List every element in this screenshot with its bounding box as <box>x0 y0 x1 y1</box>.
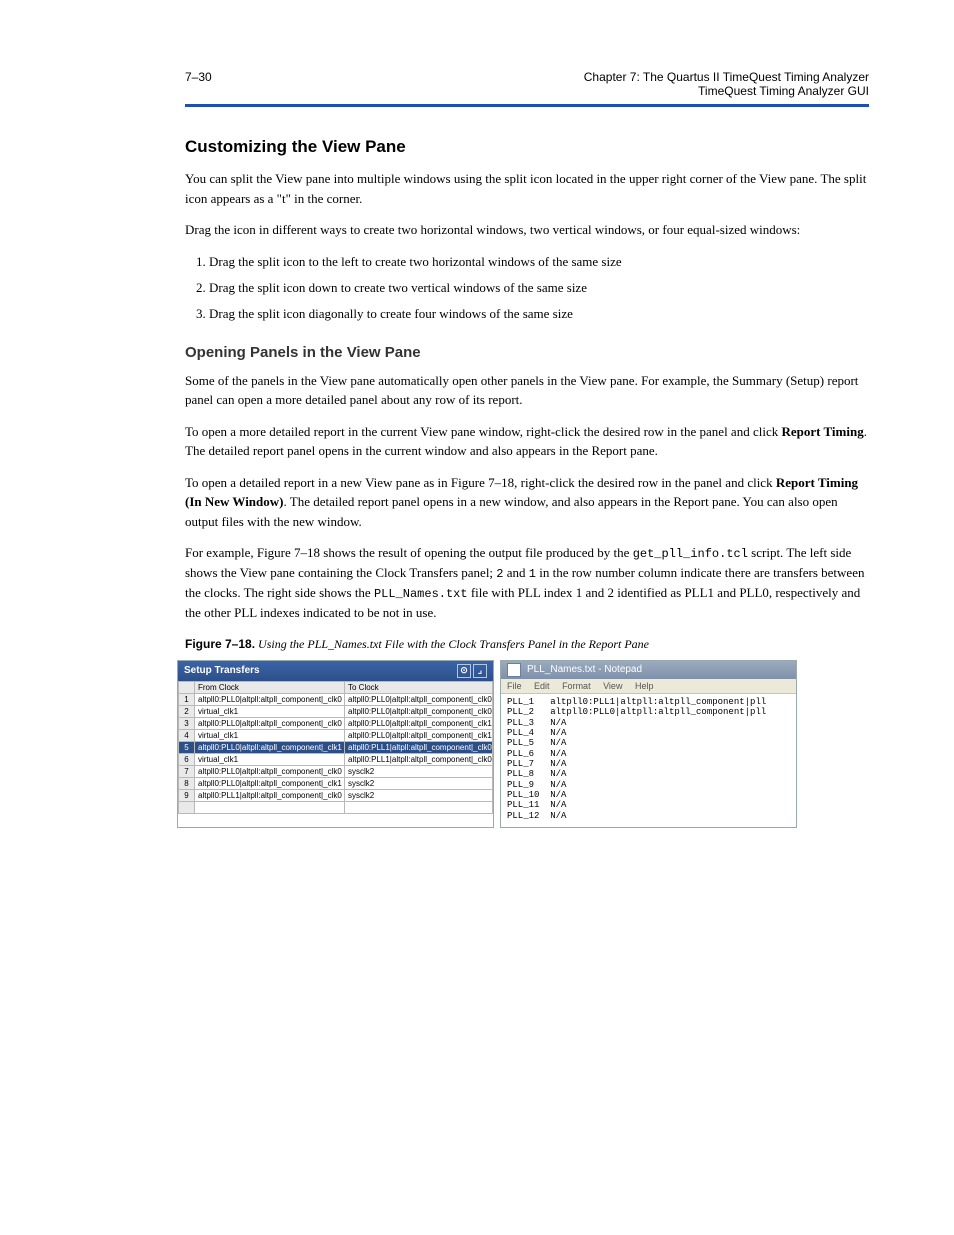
row-number: 7 <box>179 765 195 777</box>
notepad-menubar: File Edit Format View Help <box>501 679 796 694</box>
row-number: 1 <box>179 693 195 705</box>
text: and <box>504 565 529 580</box>
col-to[interactable]: To Clock <box>345 681 493 693</box>
to-clock-cell: altpll0:PLL0|altpll:altpll_component|_cl… <box>345 693 493 705</box>
text: To open a detailed report in a new View … <box>185 475 776 490</box>
menu-file[interactable]: File <box>507 681 522 691</box>
from-clock-cell: altpll0:PLL0|altpll:altpll_component|_cl… <box>195 765 345 777</box>
para: To open a detailed report in a new View … <box>185 473 869 532</box>
to-clock-cell: altpll0:PLL1|altpll:altpll_component|_cl… <box>345 753 493 765</box>
from-clock-cell <box>195 801 345 813</box>
list-item: Drag the split icon down to create two v… <box>209 278 869 298</box>
col-rownum[interactable] <box>179 681 195 693</box>
target-icon[interactable]: ⊙ <box>457 664 471 678</box>
table-row[interactable]: 5altpll0:PLL0|altpll:altpll_component|_c… <box>179 741 493 753</box>
table-row[interactable]: 3altpll0:PLL0|altpll:altpll_component|_c… <box>179 717 493 729</box>
from-clock-cell: altpll0:PLL0|altpll:altpll_component|_cl… <box>195 777 345 789</box>
to-clock-cell <box>345 801 493 813</box>
list-item: Drag the split icon to the left to creat… <box>209 252 869 272</box>
menu-help[interactable]: Help <box>635 681 654 691</box>
row-number: 8 <box>179 777 195 789</box>
notepad-body[interactable]: PLL_1 altpll0:PLL1|altpll:altpll_compone… <box>501 694 796 827</box>
from-clock-cell: altpll0:PLL1|altpll:altpll_component|_cl… <box>195 789 345 801</box>
code: 1 <box>529 567 536 581</box>
ui-command: Report Timing <box>781 424 863 439</box>
split-icon[interactable]: ⌟ <box>473 664 487 678</box>
menu-edit[interactable]: Edit <box>534 681 550 691</box>
row-number: 4 <box>179 729 195 741</box>
table-row <box>179 801 493 813</box>
para: For example, Figure 7–18 shows the resul… <box>185 543 869 623</box>
table-row[interactable]: 6virtual_clk1altpll0:PLL1|altpll:altpll_… <box>179 753 493 765</box>
row-number: 2 <box>179 705 195 717</box>
to-clock-cell: sysclk2 <box>345 789 493 801</box>
filename: PLL_Names.txt <box>374 587 468 601</box>
figure: Setup Transfers ⊙⌟ From Clock To Clock 1… <box>177 660 857 828</box>
code: 2 <box>496 567 503 581</box>
menu-format[interactable]: Format <box>562 681 591 691</box>
row-number: 6 <box>179 753 195 765</box>
to-clock-cell: altpll0:PLL0|altpll:altpll_component|_cl… <box>345 729 493 741</box>
text: To open a more detailed report in the cu… <box>185 424 781 439</box>
text: . The detailed report panel opens in a n… <box>185 494 838 529</box>
para: You can split the View pane into multipl… <box>185 169 869 208</box>
table-row[interactable]: 1altpll0:PLL0|altpll:altpll_component|_c… <box>179 693 493 705</box>
to-clock-cell: altpll0:PLL0|altpll:altpll_component|_cl… <box>345 717 493 729</box>
from-clock-cell: virtual_clk1 <box>195 729 345 741</box>
para: Drag the icon in different ways to creat… <box>185 220 869 240</box>
para: Some of the panels in the View pane auto… <box>185 371 869 410</box>
row-number: 3 <box>179 717 195 729</box>
table-row[interactable]: 7altpll0:PLL0|altpll:altpll_component|_c… <box>179 765 493 777</box>
figure-desc: Using the PLL_Names.txt File with the Cl… <box>255 637 649 651</box>
transfers-table: From Clock To Clock 1altpll0:PLL0|altpll… <box>178 681 493 814</box>
from-clock-cell: altpll0:PLL0|altpll:altpll_component|_cl… <box>195 693 345 705</box>
panel-controls: ⊙⌟ <box>455 664 487 678</box>
table-row[interactable]: 4virtual_clk1altpll0:PLL0|altpll:altpll_… <box>179 729 493 741</box>
filename: get_pll_info.tcl <box>633 547 748 561</box>
notepad-title: PLL_Names.txt - Notepad <box>527 664 642 675</box>
section-title-customizing: Customizing the View Pane <box>185 137 869 157</box>
row-number: 9 <box>179 789 195 801</box>
row-number <box>179 801 195 813</box>
page-number: 7–30 <box>185 70 212 98</box>
panel-title: Setup Transfers <box>184 665 260 676</box>
from-clock-cell: virtual_clk1 <box>195 753 345 765</box>
para: To open a more detailed report in the cu… <box>185 422 869 461</box>
figure-label: Figure 7–18. <box>185 637 255 651</box>
from-clock-cell: altpll0:PLL0|altpll:altpll_component|_cl… <box>195 741 345 753</box>
to-clock-cell: altpll0:PLL0|altpll:altpll_component|_cl… <box>345 705 493 717</box>
menu-view[interactable]: View <box>603 681 622 691</box>
from-clock-cell: altpll0:PLL0|altpll:altpll_component|_cl… <box>195 717 345 729</box>
to-clock-cell: sysclk2 <box>345 777 493 789</box>
col-from[interactable]: From Clock <box>195 681 345 693</box>
setup-transfers-panel: Setup Transfers ⊙⌟ From Clock To Clock 1… <box>177 660 494 828</box>
document-icon <box>507 663 521 677</box>
figure-caption: Figure 7–18. Using the PLL_Names.txt Fil… <box>185 637 869 652</box>
section-title-opening: Opening Panels in the View Pane <box>185 344 869 361</box>
table-row[interactable]: 9altpll0:PLL1|altpll:altpll_component|_c… <box>179 789 493 801</box>
table-row[interactable]: 8altpll0:PLL0|altpll:altpll_component|_c… <box>179 777 493 789</box>
to-clock-cell: sysclk2 <box>345 765 493 777</box>
header-rule <box>185 104 869 107</box>
from-clock-cell: virtual_clk1 <box>195 705 345 717</box>
list-item: Drag the split icon diagonally to create… <box>209 304 869 324</box>
text: For example, Figure 7–18 shows the resul… <box>185 545 633 560</box>
table-row[interactable]: 2virtual_clk1altpll0:PLL0|altpll:altpll_… <box>179 705 493 717</box>
row-number: 5 <box>179 741 195 753</box>
chapter-title: Chapter 7: The Quartus II TimeQuest Timi… <box>584 70 869 98</box>
notepad-window: PLL_Names.txt - Notepad File Edit Format… <box>500 660 797 828</box>
to-clock-cell: altpll0:PLL1|altpll:altpll_component|_cl… <box>345 741 493 753</box>
